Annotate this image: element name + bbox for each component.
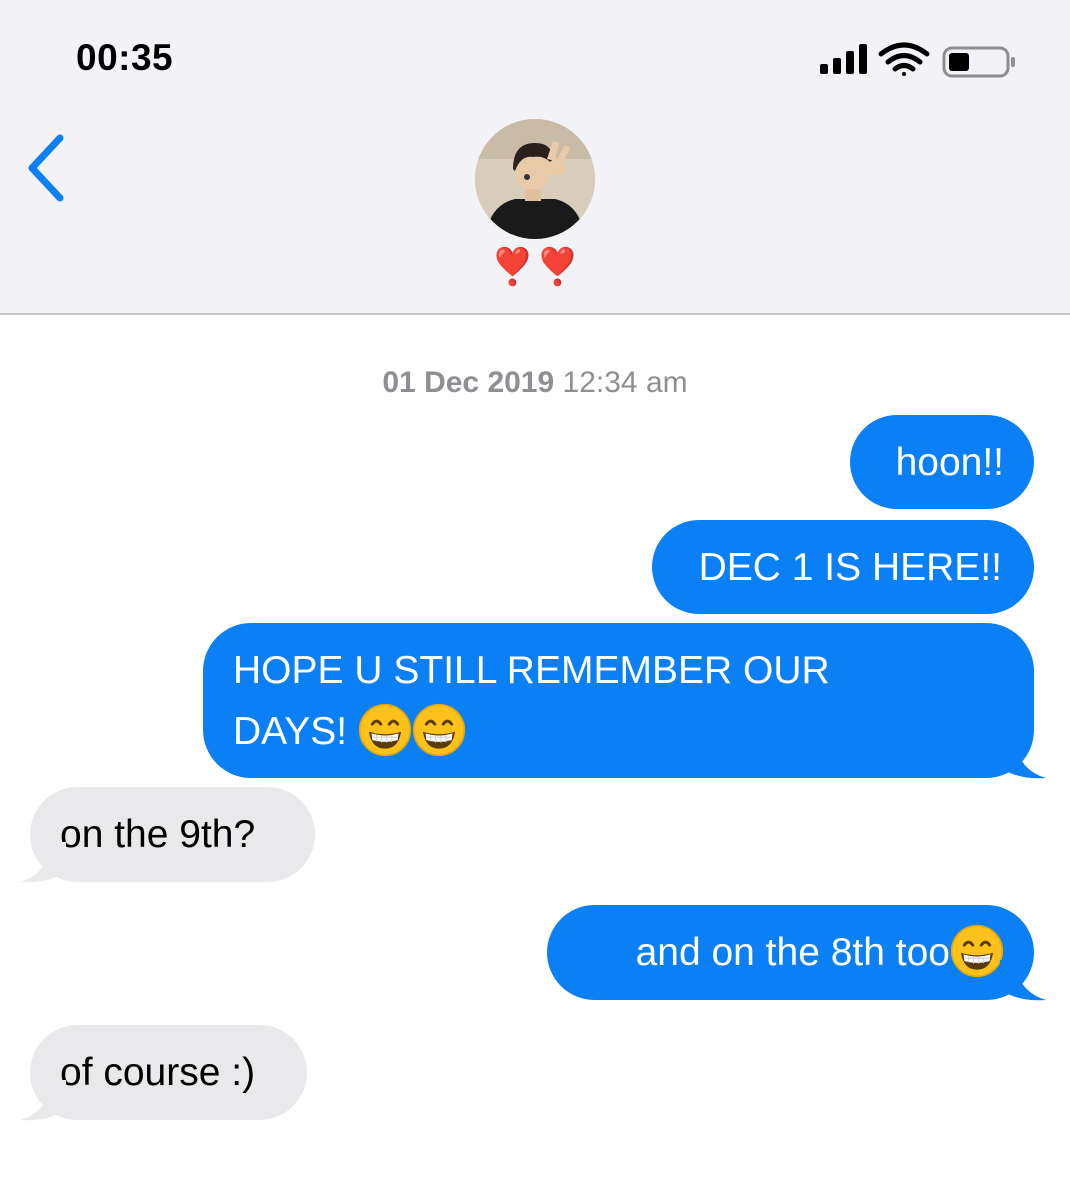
message-text: of course :): [60, 1051, 256, 1094]
message-text-line: DAYS!: [233, 701, 1004, 762]
signal-bars-icon: [820, 44, 867, 74]
sent-bubble-tail: [1000, 960, 1046, 1001]
sent-message-bubble[interactable]: DEC 1 IS HERE!!: [652, 520, 1034, 614]
received-bubble-tail: [20, 1080, 66, 1121]
status-bar-icons: [820, 42, 1015, 78]
grinning-face-emoji-icon: [950, 924, 1004, 978]
battery-icon: [942, 46, 1015, 78]
timestamp-date: 01 Dec 2019: [382, 366, 555, 399]
sent-message-bubble[interactable]: and on the 8th too: [547, 905, 1034, 1000]
received-message-bubble[interactable]: of course :): [30, 1025, 307, 1120]
grinning-face-emoji-icon: [358, 703, 412, 757]
message-text: and on the 8th too: [635, 931, 950, 974]
wifi-icon: [878, 42, 930, 76]
message-text: DEC 1 IS HERE!!: [698, 546, 1002, 589]
conversation-header: 00:35 ❣️❣️: [0, 0, 1070, 315]
message-text: on the 9th?: [60, 813, 256, 856]
message-text: hoon!!: [895, 441, 1004, 484]
chevron-left-icon: [28, 134, 64, 202]
grinning-face-emoji-icon: [412, 703, 466, 757]
contact-name[interactable]: ❣️❣️: [435, 246, 635, 290]
back-button[interactable]: [20, 130, 80, 206]
timestamp-time: 12:34 am: [562, 366, 688, 399]
sent-message-bubble[interactable]: HOPE U STILL REMEMBER OUR DAYS!: [203, 623, 1034, 778]
sent-bubble-tail: [1000, 738, 1046, 779]
received-message-bubble[interactable]: on the 9th?: [30, 787, 315, 882]
message-timestamp: 01 Dec 2019 12:34 am: [0, 366, 1070, 400]
sent-message-bubble[interactable]: hoon!!: [850, 415, 1034, 509]
contact-photo: [475, 119, 595, 239]
status-bar-time: 00:35: [76, 37, 174, 78]
message-text: DAYS!: [233, 710, 348, 753]
received-bubble-tail: [20, 842, 66, 883]
contact-avatar[interactable]: [475, 119, 595, 239]
message-text-line: HOPE U STILL REMEMBER OUR: [233, 649, 830, 692]
